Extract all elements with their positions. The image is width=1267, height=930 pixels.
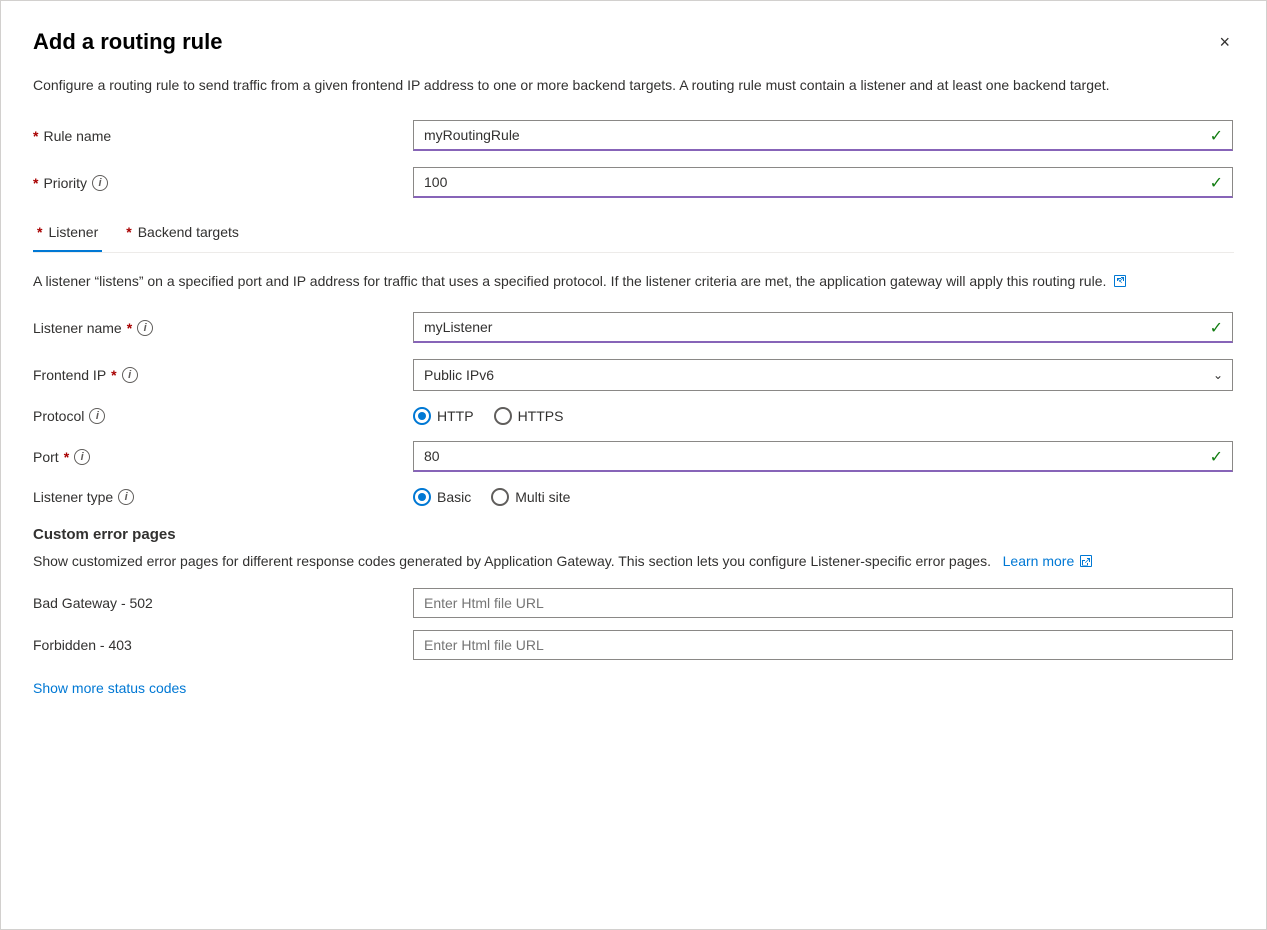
listener-type-radio-group: Basic Multi site bbox=[413, 488, 1233, 506]
listener-name-info-icon[interactable]: i bbox=[137, 320, 153, 336]
protocol-label: Protocol i bbox=[33, 408, 413, 424]
protocol-https-radio[interactable] bbox=[494, 407, 512, 425]
rule-name-required-star: * bbox=[33, 128, 38, 144]
rule-name-check-icon: ✓ bbox=[1210, 126, 1223, 146]
listener-type-basic-radio[interactable] bbox=[413, 488, 431, 506]
listener-description: A listener “listens” on a specified port… bbox=[33, 271, 1133, 292]
rule-name-input-wrapper: ✓ bbox=[413, 120, 1233, 151]
listener-type-multisite-radio[interactable] bbox=[491, 488, 509, 506]
priority-input-wrapper: ✓ bbox=[413, 167, 1233, 198]
listener-name-label-text: Listener name bbox=[33, 320, 122, 336]
forbidden-label: Forbidden - 403 bbox=[33, 637, 413, 653]
frontend-ip-select-wrapper: Public IPv6 Public IPv4 Private ⌄ bbox=[413, 359, 1233, 391]
listener-type-label-text: Listener type bbox=[33, 489, 113, 505]
protocol-info-icon[interactable]: i bbox=[89, 408, 105, 424]
port-check-icon: ✓ bbox=[1210, 447, 1223, 467]
listener-type-multisite-label: Multi site bbox=[515, 489, 570, 505]
priority-required-star: * bbox=[33, 175, 38, 191]
learn-more-external-icon bbox=[1080, 555, 1092, 567]
bad-gateway-input[interactable] bbox=[413, 588, 1233, 618]
bad-gateway-row: Bad Gateway - 502 bbox=[33, 588, 1234, 618]
protocol-https-option[interactable]: HTTPS bbox=[494, 407, 564, 425]
listener-type-basic-option[interactable]: Basic bbox=[413, 488, 471, 506]
rule-name-label: * Rule name bbox=[33, 128, 413, 144]
priority-info-icon[interactable]: i bbox=[92, 175, 108, 191]
protocol-https-label: HTTPS bbox=[518, 408, 564, 424]
listener-tab-label: Listener bbox=[48, 224, 98, 240]
forbidden-row: Forbidden - 403 bbox=[33, 630, 1234, 660]
frontend-ip-label: Frontend IP * i bbox=[33, 367, 413, 383]
dialog-description: Configure a routing rule to send traffic… bbox=[33, 75, 1133, 96]
listener-name-input[interactable] bbox=[413, 312, 1233, 343]
port-label: Port * i bbox=[33, 449, 413, 465]
protocol-http-label: HTTP bbox=[437, 408, 474, 424]
rule-name-input[interactable] bbox=[413, 120, 1233, 151]
listener-type-info-icon[interactable]: i bbox=[118, 489, 134, 505]
priority-row: * Priority i ✓ bbox=[33, 167, 1234, 198]
frontend-ip-row: Frontend IP * i Public IPv6 Public IPv4 … bbox=[33, 359, 1234, 391]
protocol-row: Protocol i HTTP HTTPS bbox=[33, 407, 1234, 425]
port-label-text: Port bbox=[33, 449, 59, 465]
listener-type-basic-label: Basic bbox=[437, 489, 471, 505]
bad-gateway-label: Bad Gateway - 502 bbox=[33, 595, 413, 611]
backend-tab-label: Backend targets bbox=[138, 224, 239, 240]
listener-name-input-wrapper: ✓ bbox=[413, 312, 1233, 343]
listener-tab-star: * bbox=[37, 224, 42, 240]
listener-type-multisite-option[interactable]: Multi site bbox=[491, 488, 570, 506]
custom-error-section: Custom error pages Show customized error… bbox=[33, 526, 1234, 696]
custom-error-description: Show customized error pages for differen… bbox=[33, 551, 1234, 572]
listener-type-label: Listener type i bbox=[33, 489, 413, 505]
frontend-ip-info-icon[interactable]: i bbox=[122, 367, 138, 383]
add-routing-rule-dialog: Add a routing rule × Configure a routing… bbox=[0, 0, 1267, 930]
learn-more-link[interactable]: Learn more bbox=[1003, 553, 1075, 569]
protocol-radio-group: HTTP HTTPS bbox=[413, 407, 1233, 425]
external-link-icon bbox=[1114, 275, 1126, 287]
listener-type-row: Listener type i Basic Multi site bbox=[33, 488, 1234, 506]
frontend-ip-select[interactable]: Public IPv6 Public IPv4 Private bbox=[413, 359, 1233, 391]
protocol-http-option[interactable]: HTTP bbox=[413, 407, 474, 425]
priority-label-text: Priority bbox=[43, 175, 87, 191]
tab-backend-targets[interactable]: * Backend targets bbox=[122, 214, 243, 252]
protocol-label-text: Protocol bbox=[33, 408, 84, 424]
show-more-status-codes-link[interactable]: Show more status codes bbox=[33, 680, 186, 696]
backend-tab-star: * bbox=[126, 224, 131, 240]
dialog-header: Add a routing rule × bbox=[33, 29, 1234, 55]
listener-name-label: Listener name * i bbox=[33, 320, 413, 336]
priority-input[interactable] bbox=[413, 167, 1233, 198]
priority-check-icon: ✓ bbox=[1210, 173, 1223, 193]
protocol-http-radio[interactable] bbox=[413, 407, 431, 425]
port-input[interactable] bbox=[413, 441, 1233, 472]
listener-name-required-star: * bbox=[127, 320, 132, 336]
tab-listener[interactable]: * Listener bbox=[33, 214, 102, 252]
custom-error-title: Custom error pages bbox=[33, 526, 1234, 543]
rule-name-row: * Rule name ✓ bbox=[33, 120, 1234, 151]
forbidden-input[interactable] bbox=[413, 630, 1233, 660]
listener-name-row: Listener name * i ✓ bbox=[33, 312, 1234, 343]
port-info-icon[interactable]: i bbox=[74, 449, 90, 465]
port-row: Port * i ✓ bbox=[33, 441, 1234, 472]
priority-label: * Priority i bbox=[33, 175, 413, 191]
rule-name-label-text: Rule name bbox=[43, 128, 111, 144]
listener-name-check-icon: ✓ bbox=[1210, 318, 1223, 338]
port-required-star: * bbox=[64, 449, 69, 465]
dialog-title: Add a routing rule bbox=[33, 29, 222, 55]
frontend-ip-label-text: Frontend IP bbox=[33, 367, 106, 383]
close-button[interactable]: × bbox=[1215, 29, 1234, 55]
port-input-wrapper: ✓ bbox=[413, 441, 1233, 472]
frontend-ip-required-star: * bbox=[111, 367, 116, 383]
tabs-container: * Listener * Backend targets bbox=[33, 214, 1234, 253]
